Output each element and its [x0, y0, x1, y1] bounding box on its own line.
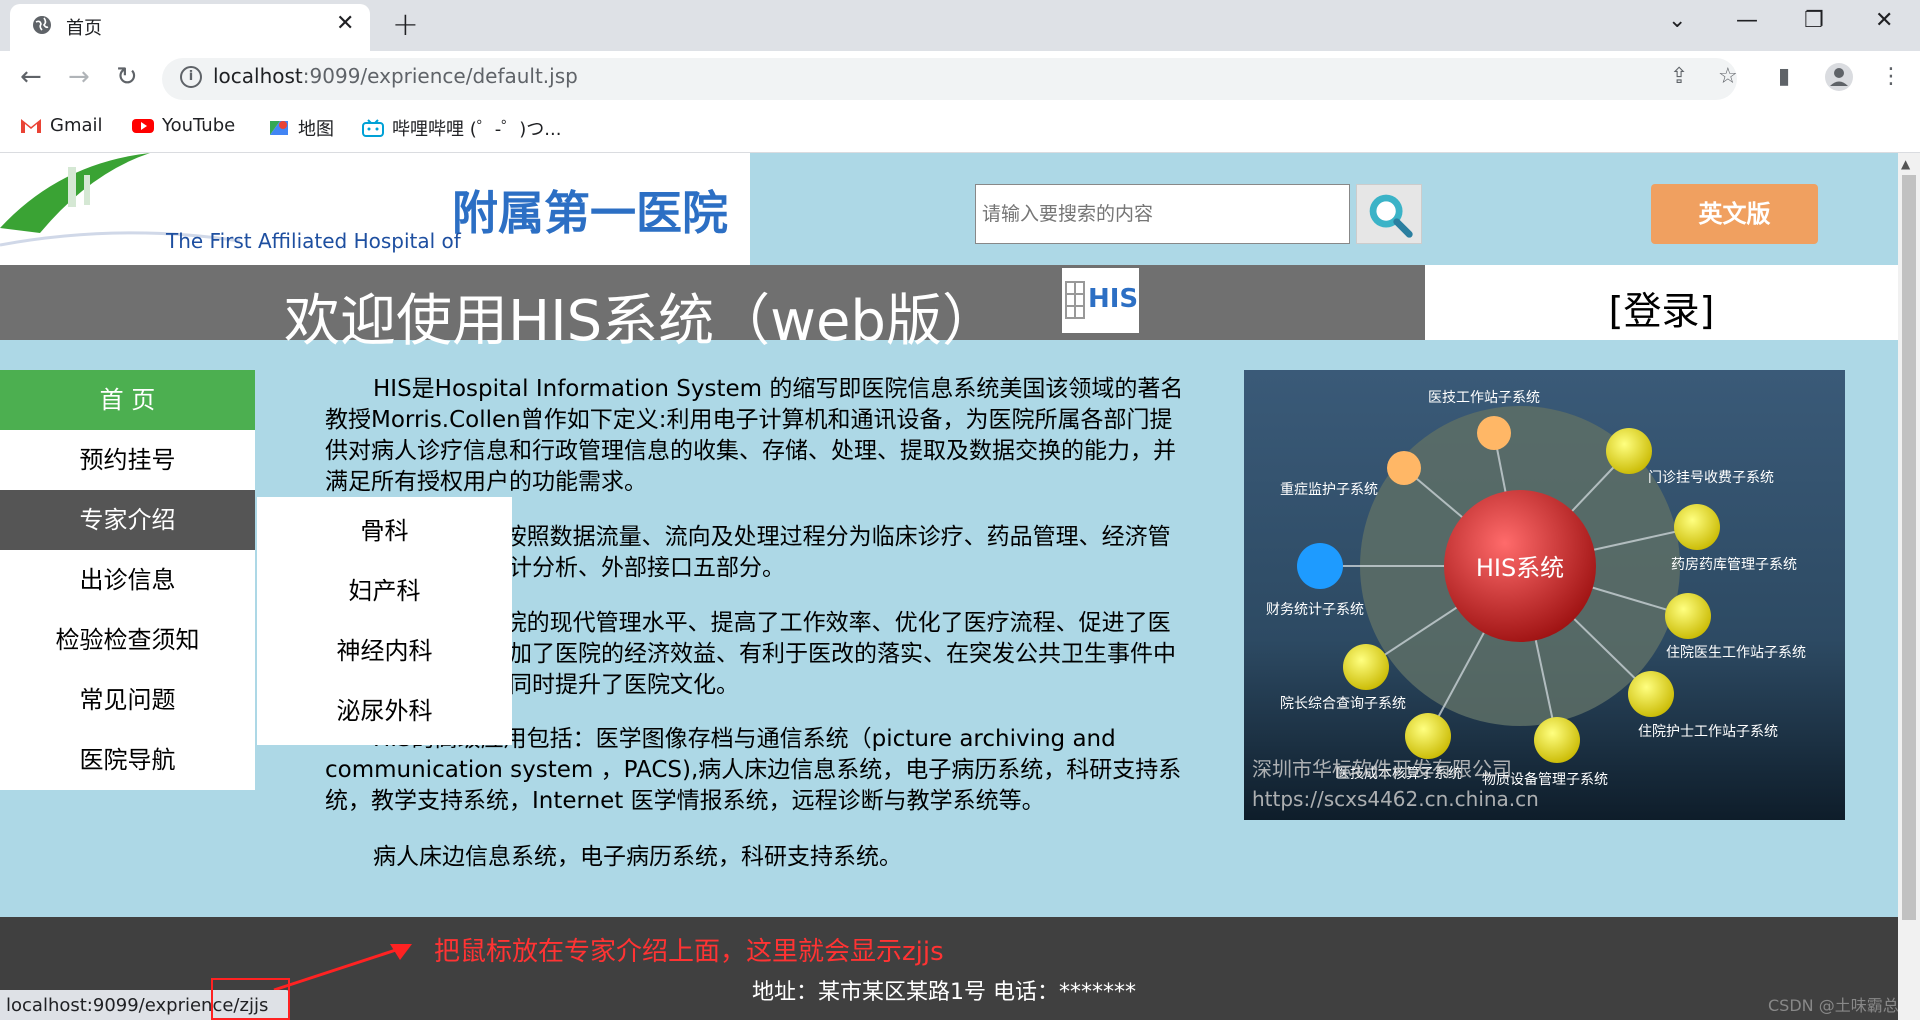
diagram-center-label: HIS系统 — [1476, 554, 1564, 582]
browser-tab[interactable] — [10, 4, 370, 51]
bookmark-youtube[interactable]: YouTube — [132, 115, 235, 136]
minimize-icon[interactable]: — — [1736, 8, 1758, 33]
side-panel-icon[interactable]: ▮ — [1778, 64, 1790, 89]
diagram-node-label: 财务统计子系统 — [1266, 602, 1364, 618]
his-logo: HIS — [1062, 268, 1139, 333]
english-version-button[interactable]: 英文版 — [1651, 184, 1818, 244]
close-icon[interactable]: ✕ — [336, 11, 354, 36]
scrollbar-thumb[interactable] — [1902, 175, 1916, 920]
highlight-box-annotation — [211, 978, 290, 1020]
star-icon[interactable]: ☆ — [1718, 64, 1738, 89]
content-paragraph-5: 病人床边信息系统，电子病历系统，科研支持系统。 — [373, 844, 902, 870]
search-input[interactable] — [975, 184, 1350, 244]
content-paragraph-1: HIS是Hospital Information System 的缩写即医院信息… — [325, 376, 1184, 495]
gmail-icon — [21, 118, 41, 133]
window-close-icon[interactable]: ✕ — [1875, 8, 1893, 33]
bilibili-icon — [362, 119, 384, 137]
diagram-node-label: 院长综合查询子系统 — [1280, 696, 1406, 712]
reload-icon[interactable]: ↻ — [116, 62, 138, 92]
diagram-node-label: 住院护士工作站子系统 — [1638, 724, 1778, 740]
diagram-watermark-company: 深圳市华标软件开发有限公司 — [1252, 757, 1512, 781]
share-icon[interactable]: ⇪ — [1670, 64, 1688, 89]
annotation-note: 把鼠标放在专家介绍上面，这里就会显示zjjs — [434, 937, 944, 967]
globe-icon — [33, 16, 51, 34]
diagram-watermark-url: https://scxs4462.cn.china.cn — [1252, 787, 1539, 811]
hospital-logo[interactable]: 附属第一医院 The First Affiliated Hospital of — [0, 153, 750, 265]
back-icon[interactable]: ← — [20, 62, 42, 92]
sidebar-item-schedule[interactable]: 出诊信息 — [0, 550, 255, 610]
sidebar-item-appointment[interactable]: 预约挂号 — [0, 430, 255, 490]
url-text[interactable]: localhost:9099/exprience/default.jsp — [213, 64, 578, 88]
chevron-down-icon[interactable]: ⌄ — [1668, 8, 1686, 33]
restore-icon[interactable]: ❐ — [1804, 8, 1824, 33]
red-arrow-annotation-icon — [273, 944, 412, 992]
logo-title-cn: 附属第一医院 — [452, 186, 728, 240]
submenu-item-neurology[interactable]: 神经内科 — [257, 621, 512, 681]
bookmark-maps[interactable]: 地图 — [268, 115, 334, 141]
page-title: 欢迎使用HIS系统（web版） — [284, 289, 998, 354]
sidebar-item-navigation[interactable]: 医院导航 — [0, 730, 255, 790]
tab-title: 首页 — [66, 18, 102, 39]
forward-icon[interactable]: → — [68, 62, 90, 92]
submenu-item-obstetrics[interactable]: 妇产科 — [257, 561, 512, 621]
login-link[interactable]: [登录] — [1425, 280, 1898, 335]
submenu-item-urology[interactable]: 泌尿外科 — [257, 681, 512, 741]
bookmark-gmail[interactable]: Gmail — [20, 115, 103, 136]
his-system-diagram: HIS系统 医技工作站子系统 门诊挂号收费子系统 药房药库管理子系统 住院医生工… — [1244, 370, 1845, 820]
sidebar-item-experts[interactable]: 专家介绍 — [0, 490, 255, 550]
sidebar-item-exam-notice[interactable]: 检验检查须知 — [0, 610, 255, 670]
diagram-node-label: 住院医生工作站子系统 — [1666, 645, 1806, 661]
youtube-icon — [132, 118, 154, 133]
diagram-node-label: 药房药库管理子系统 — [1671, 557, 1797, 573]
diagram-node-label: 门诊挂号收费子系统 — [1648, 470, 1774, 486]
bookmark-bilibili[interactable]: 哔哩哔哩 (゜-゜)つ... — [362, 115, 561, 141]
diagram-node-label: 重症监护子系统 — [1280, 482, 1378, 498]
maps-icon — [270, 121, 288, 135]
menu-dots-icon[interactable]: ⋮ — [1880, 64, 1902, 89]
submenu-item-orthopedics[interactable]: 骨科 — [257, 501, 512, 561]
experts-submenu: 骨科 妇产科 神经内科 泌尿外科 — [257, 497, 512, 745]
scroll-up-icon[interactable]: ▲ — [1901, 157, 1910, 171]
logo-title-en: The First Affiliated Hospital of — [166, 229, 461, 253]
new-tab-icon[interactable]: + — [392, 5, 419, 43]
profile-avatar-icon[interactable] — [1824, 62, 1854, 92]
csdn-watermark: CSDN @土味霸总 — [1768, 996, 1899, 1015]
sidebar-item-home[interactable]: 首 页 — [0, 370, 255, 430]
search-button[interactable] — [1356, 184, 1422, 244]
footer-address: 地址：某市某区某路1号 电话：******* — [752, 980, 1136, 1005]
sidebar-item-faq[interactable]: 常见问题 — [0, 670, 255, 730]
diagram-node-label: 医技工作站子系统 — [1428, 390, 1540, 406]
info-icon[interactable]: i — [180, 66, 202, 88]
